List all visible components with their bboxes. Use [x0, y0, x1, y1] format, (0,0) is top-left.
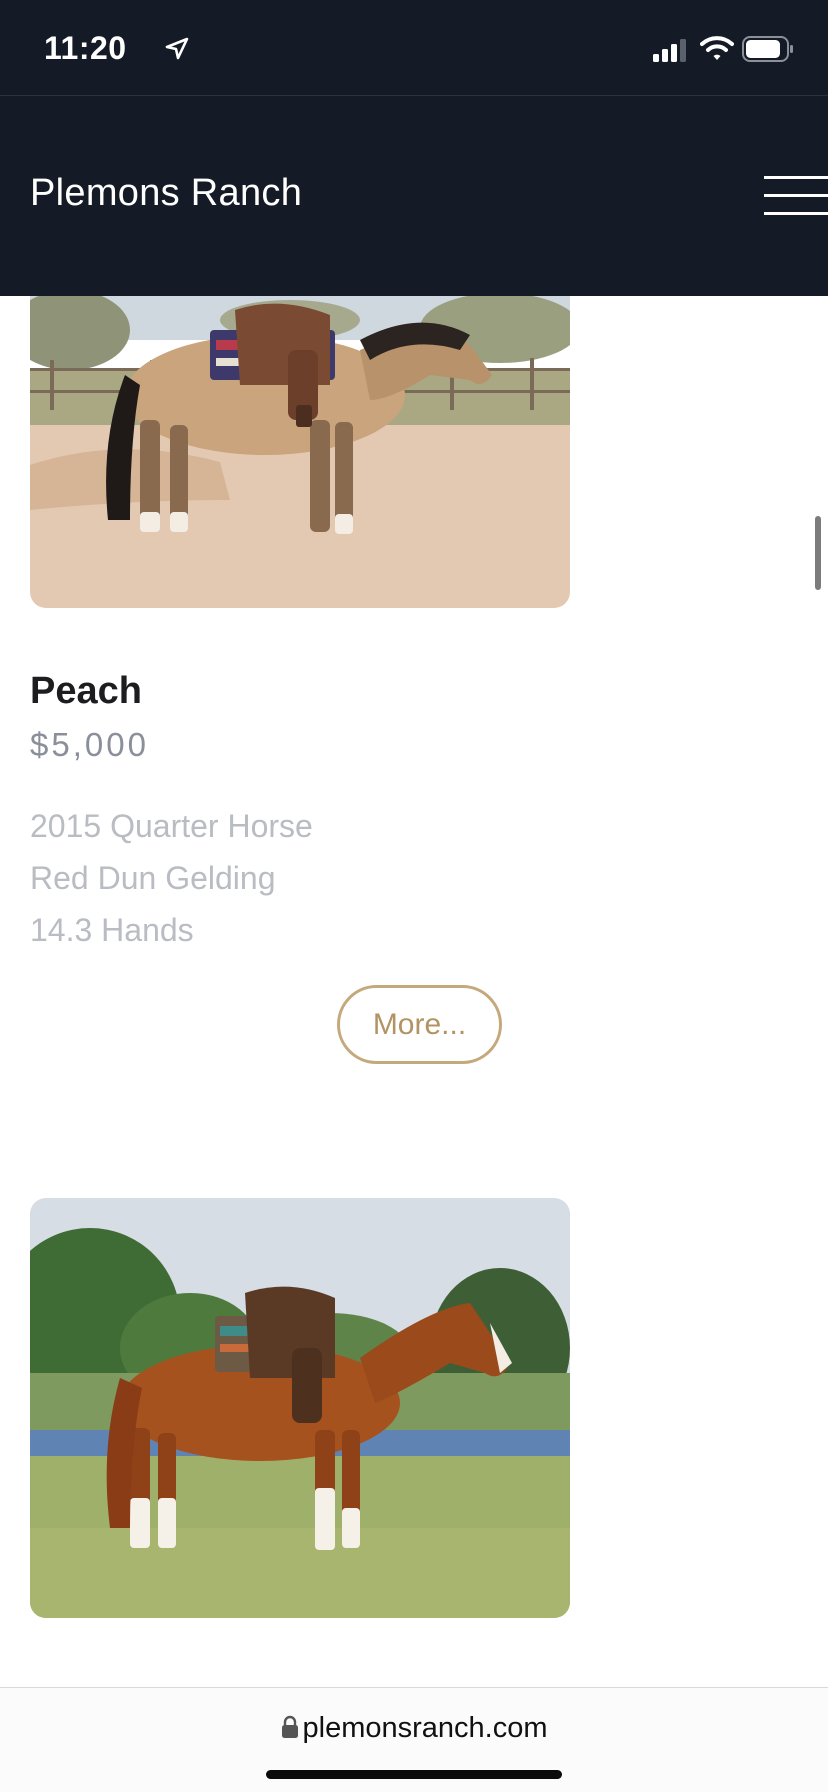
lock-icon	[281, 1715, 298, 1738]
wifi-icon	[700, 36, 734, 60]
listing-detail-color: Red Dun Gelding	[30, 860, 276, 896]
url-text[interactable]: plemonsranch.com	[303, 1712, 548, 1744]
status-time: 11:20	[44, 30, 127, 66]
site-title[interactable]: Plemons Ranch	[30, 172, 302, 215]
header-divider	[0, 95, 828, 96]
cellular-signal-icon	[653, 39, 686, 62]
listing-photo-2[interactable]	[30, 1198, 570, 1618]
screen: 11:20 Plemons Ranch Peach $5,000 2015 Qu…	[0, 0, 828, 1792]
horse-photo-sorrel	[30, 1198, 570, 1618]
browser-bottom-bar: plemonsranch.com	[0, 1687, 828, 1792]
site-header: 11:20 Plemons Ranch	[0, 0, 828, 296]
listing-detail-height: 14.3 Hands	[30, 912, 194, 948]
scroll-indicator[interactable]	[815, 516, 821, 590]
hamburger-menu-icon[interactable]	[764, 176, 828, 216]
listing-price: $5,000	[30, 726, 149, 763]
battery-icon	[742, 36, 793, 62]
listing-name[interactable]: Peach	[30, 670, 142, 713]
more-button[interactable]: More...	[337, 985, 502, 1064]
status-bar: 11:20	[0, 0, 828, 96]
listing-detail-breed: 2015 Quarter Horse	[30, 808, 313, 844]
home-indicator[interactable]	[266, 1770, 562, 1779]
address-bar[interactable]: plemonsranch.com	[0, 1712, 828, 1745]
location-arrow-icon	[165, 37, 189, 60]
